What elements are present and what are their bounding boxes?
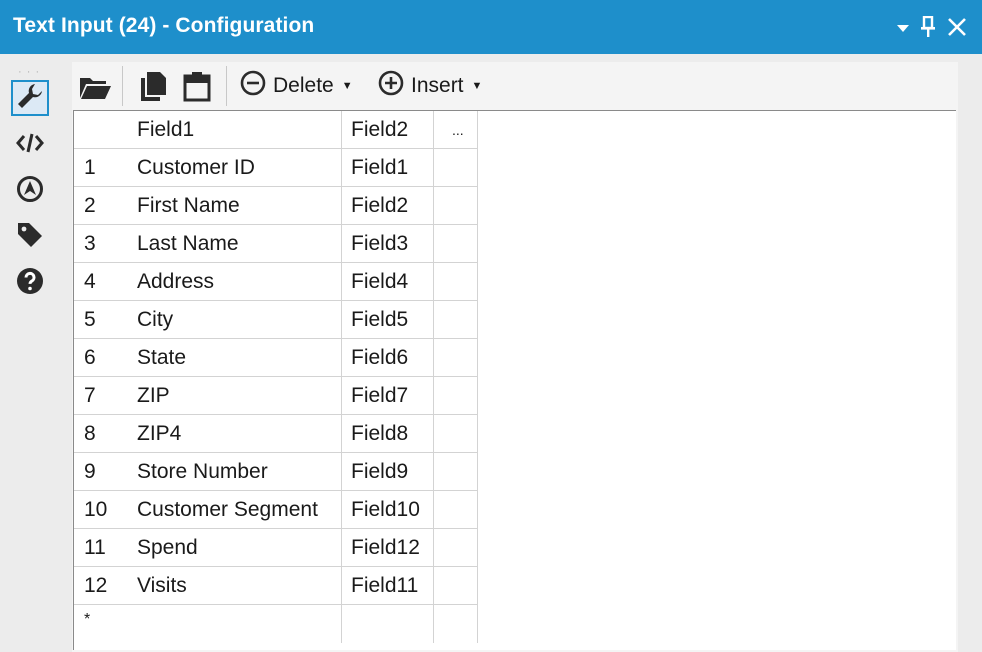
data-grid: Field1 Field2 ... 1 Customer ID Field1 2 Fir… — [74, 111, 478, 643]
table-cell-field1[interactable]: State — [128, 339, 342, 377]
table-cell-empty[interactable] — [434, 187, 478, 225]
row-number[interactable]: 6 — [74, 339, 128, 377]
table-cell-field2[interactable]: Field3 — [342, 225, 434, 263]
row-number[interactable]: 2 — [74, 187, 128, 225]
table-cell-empty[interactable] — [434, 491, 478, 529]
table-cell-field2[interactable]: Field7 — [342, 377, 434, 415]
table-cell-field1[interactable]: ZIP — [128, 377, 342, 415]
table-cell-field2[interactable]: Field5 — [342, 301, 434, 339]
new-row-cell-empty[interactable] — [434, 605, 478, 643]
table-cell-empty[interactable] — [434, 225, 478, 263]
dropdown-arrow-icon: ▼ — [471, 80, 483, 92]
table-cell-field2[interactable]: Field9 — [342, 453, 434, 491]
new-row-cell-field1[interactable] — [128, 605, 342, 643]
text-input-grid: Field1 Field2 ... 1 Customer ID Field1 2 Fir… — [73, 110, 956, 650]
row-number[interactable]: 12 — [74, 567, 128, 605]
sidebar-item-navigate[interactable] — [11, 173, 49, 209]
table-cell-empty[interactable] — [434, 339, 478, 377]
table-cell-field2[interactable]: Field4 — [342, 263, 434, 301]
table-cell-field2[interactable]: Field10 — [342, 491, 434, 529]
table-cell-field2[interactable]: Field2 — [342, 187, 434, 225]
help-icon — [15, 266, 45, 301]
table-cell-empty[interactable] — [434, 263, 478, 301]
copy-icon[interactable] — [138, 68, 168, 104]
row-number[interactable]: 8 — [74, 415, 128, 453]
row-header-corner — [74, 111, 128, 149]
row-number[interactable]: 9 — [74, 453, 128, 491]
table-cell-field2[interactable]: Field1 — [342, 149, 434, 187]
folder-open-icon[interactable] — [78, 68, 112, 104]
row-number[interactable]: 11 — [74, 529, 128, 567]
column-header-field1[interactable]: Field1 — [128, 111, 342, 149]
wrench-icon — [15, 81, 45, 116]
pin-icon[interactable] — [919, 15, 937, 43]
code-icon — [15, 131, 45, 160]
new-row-marker[interactable]: * — [74, 605, 128, 643]
plus-circle-icon — [378, 70, 404, 102]
insert-label: Insert — [411, 74, 464, 97]
row-number[interactable]: 5 — [74, 301, 128, 339]
dropdown-arrow-icon: ▼ — [341, 80, 353, 92]
minus-circle-icon — [240, 70, 266, 102]
table-cell-empty[interactable] — [434, 567, 478, 605]
table-cell-field1[interactable]: City — [128, 301, 342, 339]
table-cell-field1[interactable]: Last Name — [128, 225, 342, 263]
sidebar-item-configuration[interactable] — [11, 80, 49, 116]
table-cell-field1[interactable]: Customer ID — [128, 149, 342, 187]
row-number[interactable]: 3 — [74, 225, 128, 263]
table-cell-empty[interactable] — [434, 453, 478, 491]
table-cell-field1[interactable]: Spend — [128, 529, 342, 567]
clipboard-icon[interactable] — [182, 68, 212, 104]
delete-button[interactable]: Delete ▼ — [240, 68, 353, 104]
table-cell-field1[interactable]: Customer Segment — [128, 491, 342, 529]
table-cell-empty[interactable] — [434, 149, 478, 187]
table-cell-field1[interactable]: First Name — [128, 187, 342, 225]
table-cell-field1[interactable]: Visits — [128, 567, 342, 605]
table-cell-empty[interactable] — [434, 301, 478, 339]
row-number[interactable]: 10 — [74, 491, 128, 529]
sidebar-item-annotation[interactable] — [11, 127, 49, 163]
column-header-field2[interactable]: Field2 — [342, 111, 434, 149]
table-cell-empty[interactable] — [434, 377, 478, 415]
table-cell-field2[interactable]: Field11 — [342, 567, 434, 605]
table-cell-empty[interactable] — [434, 529, 478, 567]
table-cell-field1[interactable]: Store Number — [128, 453, 342, 491]
toolbar-divider — [122, 66, 123, 106]
add-column-button[interactable]: ... — [434, 111, 478, 149]
window-title: Text Input (24) - Configuration — [13, 14, 315, 37]
title-bar: Text Input (24) - Configuration — [0, 0, 982, 54]
insert-button[interactable]: Insert ▼ — [378, 68, 482, 104]
chevron-down-icon[interactable] — [896, 20, 910, 38]
delete-label: Delete — [273, 74, 334, 97]
close-icon[interactable] — [946, 16, 968, 43]
sidebar-item-tag[interactable] — [11, 219, 49, 255]
table-cell-field2[interactable]: Field8 — [342, 415, 434, 453]
new-row-cell-field2[interactable] — [342, 605, 434, 643]
table-cell-field2[interactable]: Field6 — [342, 339, 434, 377]
grid-toolbar: Delete ▼ Insert ▼ — [72, 62, 958, 108]
row-number[interactable]: 7 — [74, 377, 128, 415]
table-cell-field1[interactable]: Address — [128, 263, 342, 301]
grip-handle-icon[interactable]: · · · — [18, 66, 40, 78]
table-cell-field1[interactable]: ZIP4 — [128, 415, 342, 453]
tag-icon — [15, 220, 45, 255]
table-cell-field2[interactable]: Field12 — [342, 529, 434, 567]
row-number[interactable]: 4 — [74, 263, 128, 301]
table-cell-empty[interactable] — [434, 415, 478, 453]
toolbar-divider — [226, 66, 227, 106]
row-number[interactable]: 1 — [74, 149, 128, 187]
sidebar-item-help[interactable] — [11, 265, 49, 301]
compass-icon — [15, 174, 45, 209]
